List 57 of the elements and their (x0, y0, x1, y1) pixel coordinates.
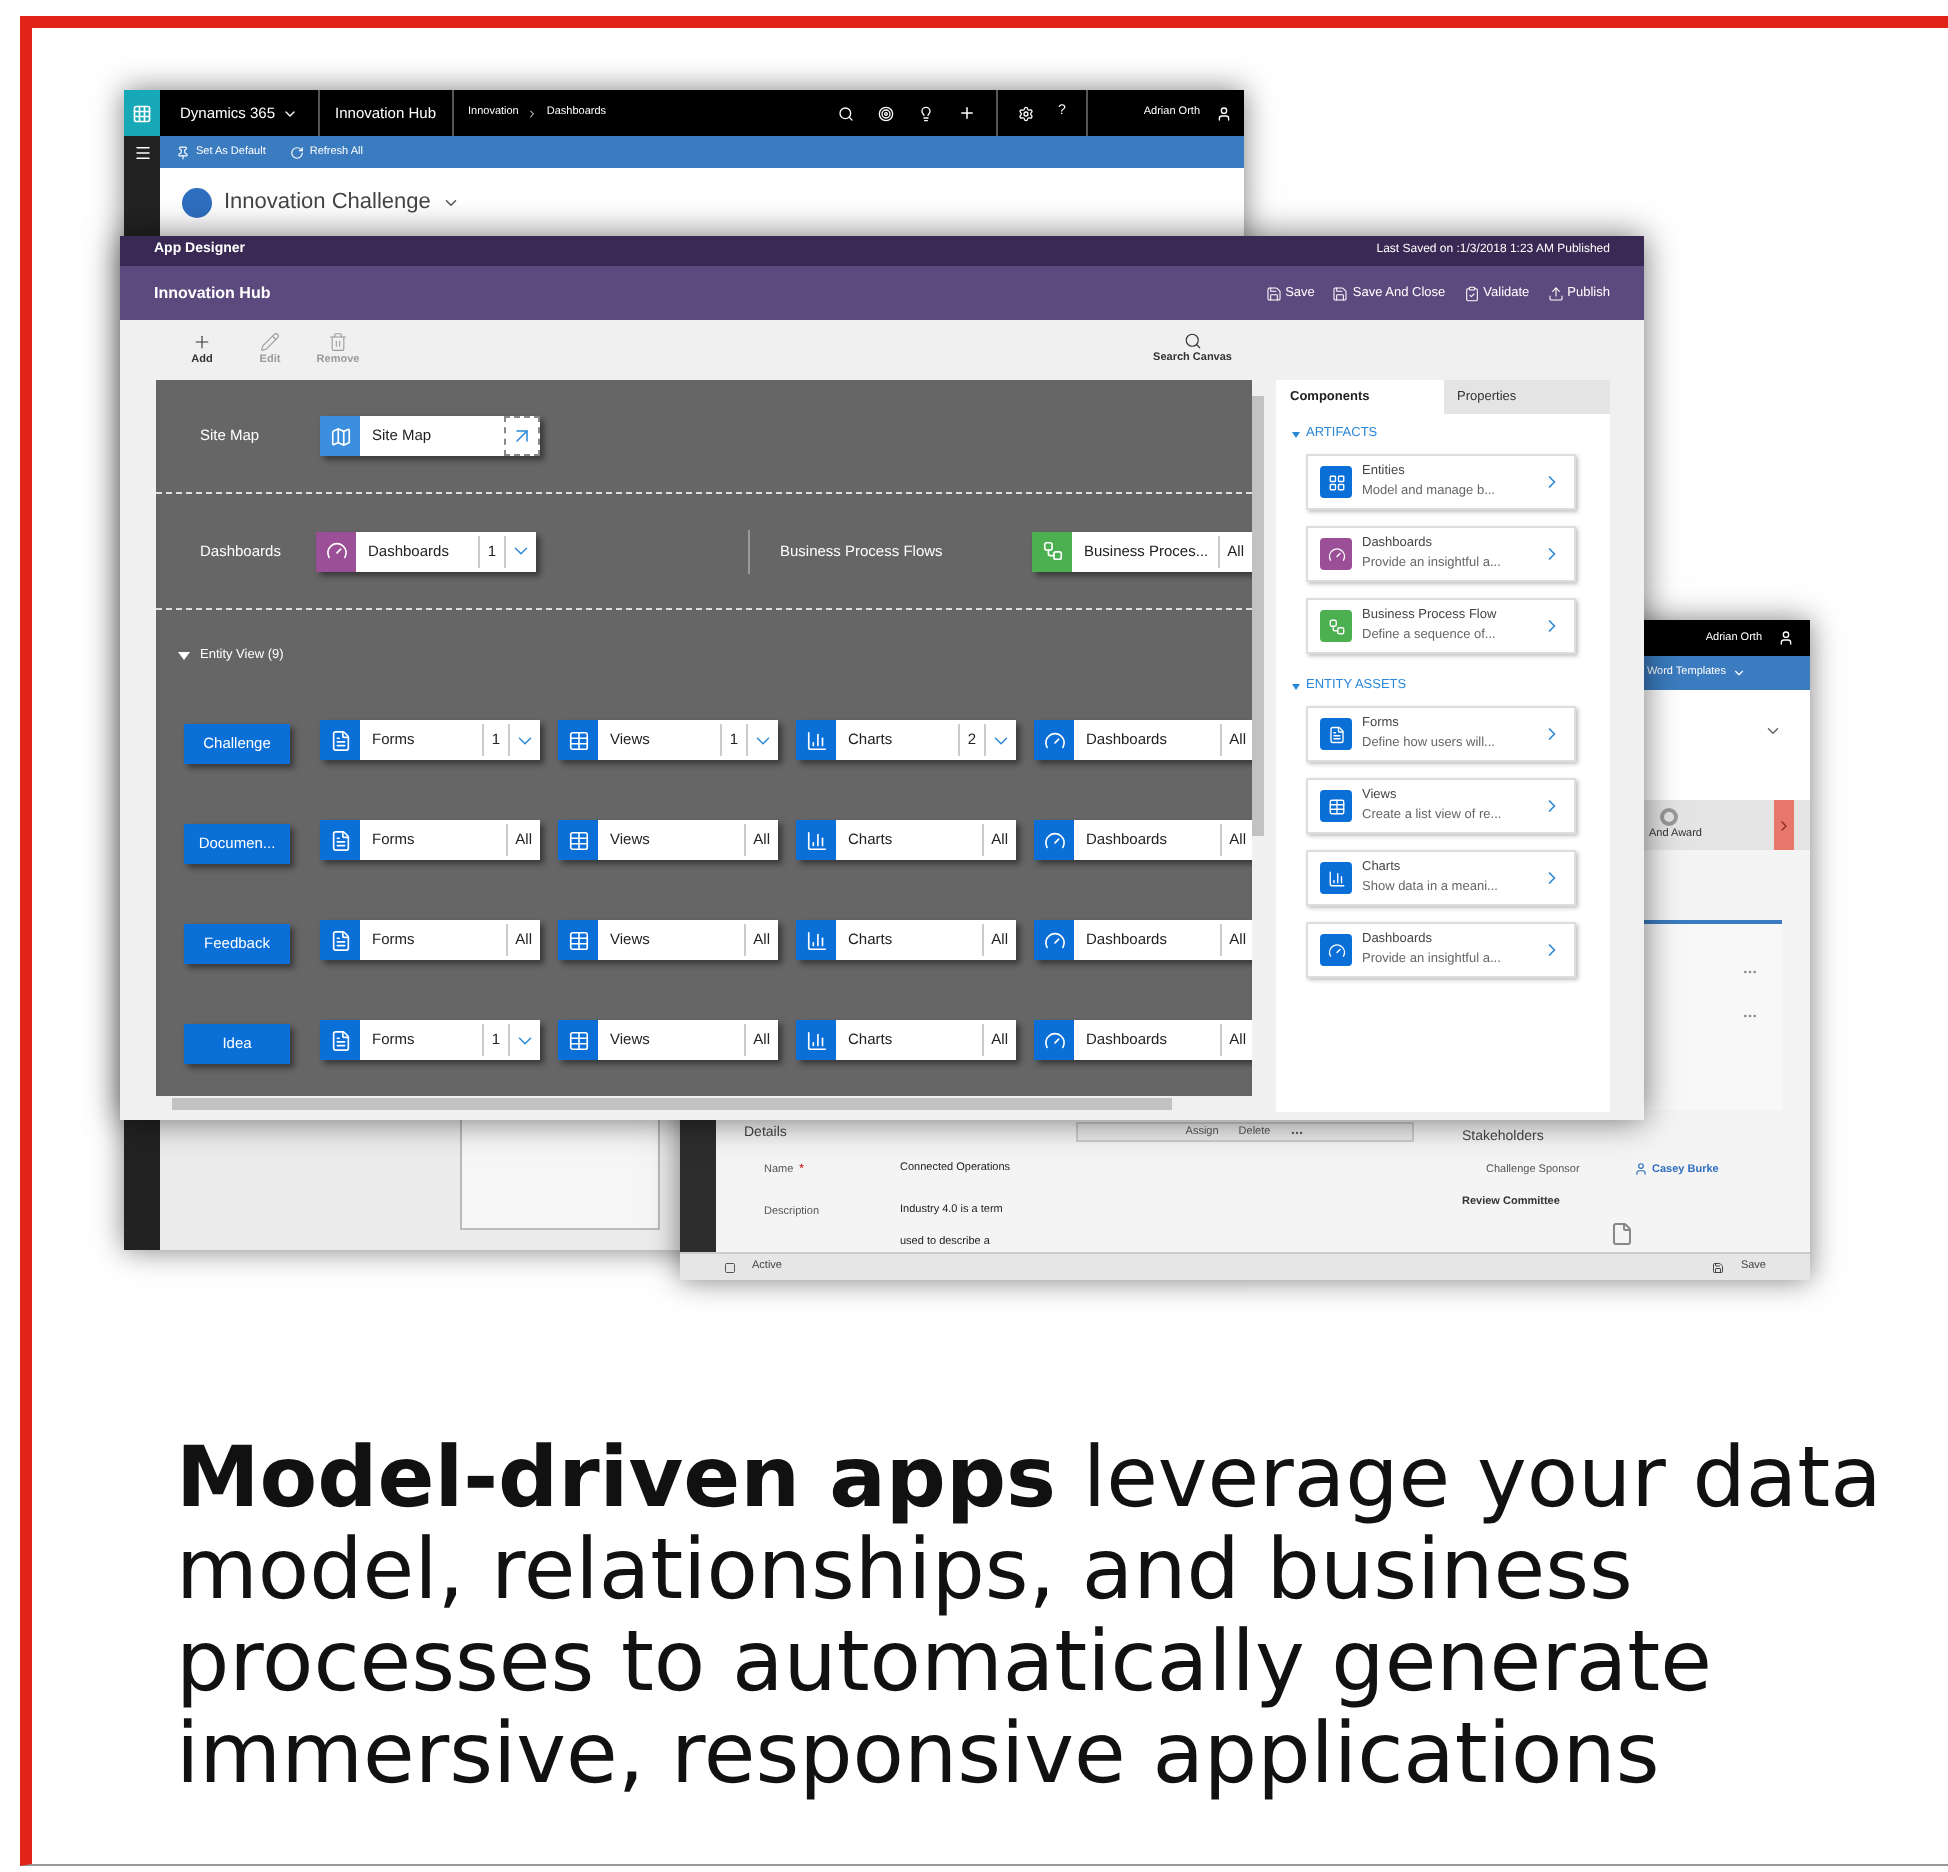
chevron-icon (1776, 817, 1792, 833)
flow-icon (1032, 531, 1072, 571)
save-icon (1265, 285, 1282, 301)
dashboard-title[interactable]: Innovation Challenge (224, 185, 431, 219)
trash-icon (328, 331, 348, 352)
pencil-icon (260, 331, 280, 352)
gauge-icon (316, 531, 356, 571)
user-icon[interactable] (1778, 630, 1794, 646)
form-icon (320, 1020, 360, 1060)
gauge-icon (1320, 538, 1352, 570)
dashboard-icon (182, 187, 212, 217)
upload-icon (1547, 285, 1564, 301)
menu-icon[interactable] (133, 144, 151, 162)
form-icon (320, 920, 360, 960)
gauge-icon (1034, 1020, 1074, 1060)
table-icon (558, 1020, 598, 1060)
bar-chart-icon (796, 1020, 836, 1060)
plus-icon[interactable] (957, 104, 976, 122)
table-icon (558, 720, 598, 760)
lightbulb-icon[interactable] (917, 105, 934, 121)
document-icon (1610, 1222, 1634, 1246)
plus-icon (192, 331, 212, 352)
gauge-icon (1034, 720, 1074, 760)
caret-icon[interactable] (1292, 683, 1300, 689)
bar-chart-icon (796, 920, 836, 960)
bar-chart-icon (796, 720, 836, 760)
target-icon[interactable] (877, 105, 894, 121)
caret-icon[interactable] (1292, 431, 1300, 437)
refresh-icon[interactable] (289, 145, 304, 159)
grid-icon (1320, 466, 1352, 498)
app-name: Innovation Hub (154, 281, 271, 305)
save-icon (1332, 285, 1349, 301)
form-icon (320, 820, 360, 860)
user-icon[interactable] (1216, 105, 1232, 121)
table-icon (558, 820, 598, 860)
map-icon (320, 416, 360, 456)
bar-chart-icon (796, 820, 836, 860)
status-icon (724, 1261, 736, 1273)
caption: Model-driven apps leverage your data model, relationships, and business processes to automatically generate immersive, responsive applications (176, 1432, 1884, 1800)
save-icon[interactable] (1712, 1261, 1725, 1273)
search-icon[interactable] (837, 105, 854, 121)
search-icon (1183, 332, 1202, 351)
pin-icon[interactable] (176, 145, 190, 159)
table-icon (558, 920, 598, 960)
flow-icon (1320, 610, 1352, 642)
settings-icon[interactable] (1017, 105, 1034, 121)
table-icon (1320, 790, 1352, 822)
gauge-icon (1320, 934, 1352, 966)
clipboard-check-icon (1463, 285, 1480, 301)
user-icon (1634, 1162, 1648, 1177)
gauge-icon (1034, 820, 1074, 860)
bar-chart-icon (1320, 862, 1352, 894)
gauge-icon (1034, 920, 1074, 960)
separator-icon (526, 107, 539, 119)
form-icon (320, 720, 360, 760)
form-icon (1320, 718, 1352, 750)
collapse-caret-icon[interactable] (178, 651, 190, 659)
